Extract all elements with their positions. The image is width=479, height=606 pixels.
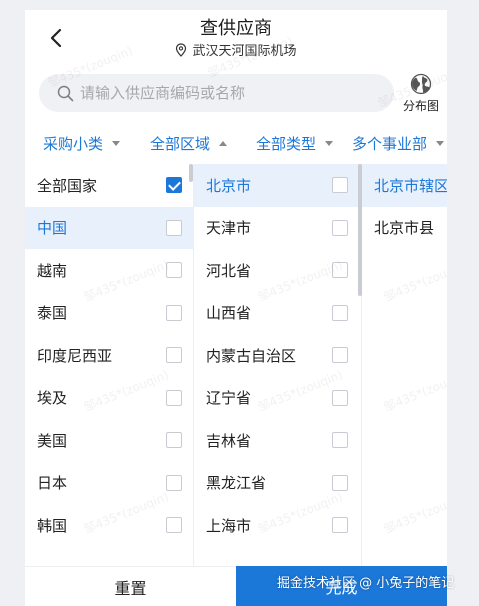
header: 查供应商 武汉天河国际机场 [25,10,447,70]
country-item[interactable]: 泰国 [25,292,193,335]
country-item-label: 泰国 [37,304,68,323]
country-item[interactable]: 埃及 [25,377,193,420]
checkbox[interactable] [332,474,348,491]
globe-icon [410,73,432,95]
search-row: 分布图 [25,72,447,120]
checkbox[interactable] [166,474,182,491]
checkbox[interactable] [332,219,348,236]
country-item-label: 印度尼西亚 [37,346,113,365]
country-item[interactable]: 印度尼西亚 [25,334,193,377]
source-credit: 掘金技术社区 @ 小兔子的笔记 [277,576,455,591]
country-scrollbar[interactable] [189,164,193,182]
province-item[interactable]: 天津市 [194,207,361,250]
checkbox[interactable] [332,389,348,406]
province-item[interactable]: 辽宁省 [194,377,361,420]
district-item[interactable]: 北京市辖区 [362,164,447,207]
district-item[interactable]: 北京市县 [362,207,447,250]
location: 武汉天河国际机场 [25,40,447,59]
province-item-label: 吉林省 [206,431,252,450]
country-item[interactable]: 越南 [25,249,193,292]
district-item-label: 北京市辖区 [374,176,447,195]
province-column[interactable]: 北京市天津市河北省山西省内蒙古自治区 辽宁省吉林省黑龙江省上海市 [193,164,361,576]
checkbox[interactable] [166,517,182,533]
district-item-label: 北京市县 [374,219,435,238]
province-item[interactable]: 内蒙古自治区 [194,334,361,377]
country-item-label: 全部国家 [37,176,98,195]
province-item-label: 辽宁省 [206,389,252,408]
country-item-label: 美国 [37,431,68,450]
province-item[interactable]: 河北省 [194,249,361,292]
checkbox[interactable] [166,262,182,278]
filter-type[interactable]: 全部类型 [256,133,334,154]
province-item[interactable]: 上海市 [194,504,361,547]
checkbox[interactable] [166,177,182,193]
search-box[interactable] [39,74,394,112]
country-column[interactable]: 全部国家中国越南泰国印度尼西亚埃及美国日本韩国 [25,164,193,576]
province-scrollbar[interactable] [358,164,362,296]
country-item-label: 越南 [37,261,68,280]
country-item[interactable]: 日本 [25,462,193,505]
filter-label: 采购小类 [43,134,104,153]
checkbox[interactable] [332,262,348,278]
province-item[interactable]: 北京市 [194,164,361,207]
country-item[interactable]: 全部国家 [25,164,193,207]
filter-business-unit[interactable]: 多个事业部 [352,133,445,154]
checkbox[interactable] [332,177,348,193]
caret-up-icon [219,140,228,146]
page-title: 查供应商 [200,18,272,39]
province-item-label: 山西省 [206,304,252,323]
checkbox[interactable] [332,304,348,321]
province-item-label: 天津市 [206,219,252,238]
province-item[interactable]: 黑龙江省 [194,462,361,505]
country-item-label: 中国 [37,219,68,238]
caret-down-icon [112,140,121,146]
province-item[interactable]: 吉林省 [194,419,361,462]
province-item-label: 河北省 [206,261,252,280]
checkbox[interactable] [332,517,348,533]
caret-down-icon [436,140,445,146]
country-item[interactable]: 美国 [25,419,193,462]
province-item-label: 上海市 [206,516,252,535]
checkbox[interactable] [166,432,182,448]
checkbox[interactable] [166,219,182,236]
district-column[interactable]: 北京市辖区 北京市县 [361,164,447,576]
filter-label: 多个事业部 [352,134,428,153]
search-icon [57,85,74,101]
checkbox[interactable] [166,389,182,406]
country-item[interactable]: 中国 [25,206,193,249]
caret-down-icon [325,140,334,146]
reset-button[interactable]: 重置 [25,566,236,606]
filter-label: 全部区域 [150,134,211,153]
filter-bar: 采购小类 全部区域 全部类型 多个事业部 [25,128,447,158]
filter-label: 全部类型 [256,134,317,153]
distribution-map-label: 分布图 [402,99,439,113]
checkbox[interactable] [332,347,348,363]
location-pin-icon [176,42,187,57]
filter-panel: 查供应商 武汉天河国际机场 分布图 采购小 [25,10,447,606]
province-item[interactable]: 山西省 [194,292,361,335]
checkbox[interactable] [166,347,182,363]
filter-region[interactable]: 全部区域 [150,133,228,154]
country-item[interactable]: 韩国 [25,504,193,547]
search-input[interactable] [80,84,360,102]
country-item-label: 韩国 [37,516,68,535]
province-item-label: 内蒙古自治区 [206,346,297,365]
filter-purchase-subclass[interactable]: 采购小类 [43,133,121,154]
province-item-label: 黑龙江省 [206,474,267,493]
region-picker: 全部国家中国越南泰国印度尼西亚埃及美国日本韩国 北京市天津市河北省山西省内蒙古自… [25,164,447,576]
checkbox[interactable] [166,304,182,321]
location-name: 武汉天河国际机场 [192,44,297,59]
distribution-map-button[interactable]: 分布图 [397,72,445,118]
checkbox[interactable] [332,432,348,448]
country-item-label: 日本 [37,474,68,493]
province-item-label: 北京市 [206,176,252,195]
country-item-label: 埃及 [37,389,68,408]
